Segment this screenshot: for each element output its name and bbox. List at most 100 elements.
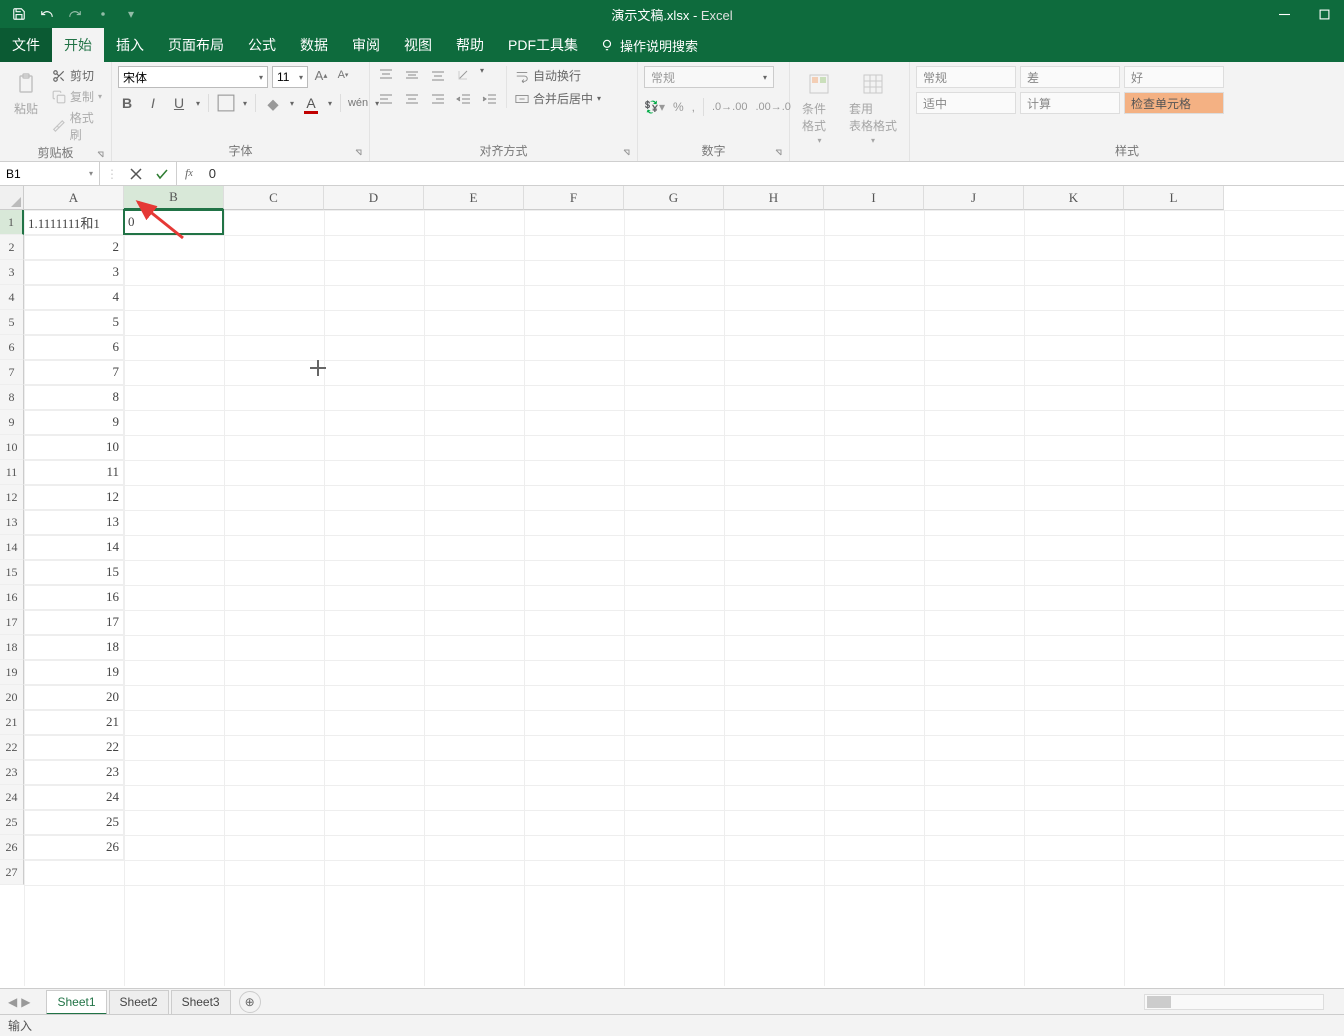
cell-A14[interactable]: 14 <box>24 535 124 560</box>
cell-A16[interactable]: 16 <box>24 585 124 610</box>
row-header-5[interactable]: 5 <box>0 310 24 335</box>
row-header-15[interactable]: 15 <box>0 560 24 585</box>
underline-button[interactable]: U <box>170 95 188 111</box>
increase-indent-icon[interactable] <box>480 90 500 108</box>
column-header-H[interactable]: H <box>724 186 824 210</box>
clipboard-dialog-launcher[interactable] <box>95 149 107 161</box>
row-header-22[interactable]: 22 <box>0 735 24 760</box>
undo-icon[interactable] <box>38 5 56 23</box>
cell-A25[interactable]: 25 <box>24 810 124 835</box>
cut-button[interactable]: 剪切 <box>52 66 105 85</box>
column-header-F[interactable]: F <box>524 186 624 210</box>
percent-format-icon[interactable]: % <box>673 100 684 114</box>
tab-file[interactable]: 文件 <box>0 28 52 62</box>
cell-A6[interactable]: 6 <box>24 335 124 360</box>
cell-A19[interactable]: 19 <box>24 660 124 685</box>
align-top-icon[interactable] <box>376 66 396 84</box>
style-good[interactable]: 好 <box>1124 66 1224 88</box>
maximize-button[interactable] <box>1304 0 1344 28</box>
align-bottom-icon[interactable] <box>428 66 448 84</box>
column-header-L[interactable]: L <box>1124 186 1224 210</box>
row-header-10[interactable]: 10 <box>0 435 24 460</box>
row-header-21[interactable]: 21 <box>0 710 24 735</box>
tab-home[interactable]: 开始 <box>52 28 104 62</box>
row-header-26[interactable]: 26 <box>0 835 24 860</box>
redo-icon[interactable] <box>66 5 84 23</box>
cell-A20[interactable]: 20 <box>24 685 124 710</box>
cell-A1[interactable]: 1.1111111和1 <box>24 210 124 235</box>
name-box[interactable]: B1▾ <box>0 162 100 185</box>
cell-A12[interactable]: 12 <box>24 485 124 510</box>
font-dialog-launcher[interactable] <box>353 147 365 159</box>
increase-decimal-icon[interactable]: .0→.00 <box>712 101 747 113</box>
sheet-tab-sheet3[interactable]: Sheet3 <box>171 990 231 1015</box>
number-dialog-launcher[interactable] <box>773 147 785 159</box>
cell-A7[interactable]: 7 <box>24 360 124 385</box>
comma-format-icon[interactable]: , <box>692 100 695 114</box>
fx-icon[interactable]: fx <box>177 162 201 185</box>
column-header-E[interactable]: E <box>424 186 524 210</box>
column-header-A[interactable]: A <box>24 186 124 210</box>
accept-formula-button[interactable] <box>154 166 170 182</box>
decrease-indent-icon[interactable] <box>454 90 474 108</box>
orientation-icon[interactable] <box>454 66 474 84</box>
row-header-8[interactable]: 8 <box>0 385 24 410</box>
border-button[interactable] <box>217 94 235 112</box>
tab-data[interactable]: 数据 <box>288 28 340 62</box>
row-header-19[interactable]: 19 <box>0 660 24 685</box>
cell-A8[interactable]: 8 <box>24 385 124 410</box>
row-header-14[interactable]: 14 <box>0 535 24 560</box>
number-format-select[interactable]: 常规▾ <box>644 66 774 88</box>
formula-input[interactable]: 0 <box>201 162 1344 185</box>
spreadsheet-grid[interactable]: ABCDEFGHIJKL 123456789101112131415161718… <box>0 186 1344 986</box>
column-header-B[interactable]: B <box>124 186 224 210</box>
cell-A9[interactable]: 9 <box>24 410 124 435</box>
cell-A11[interactable]: 11 <box>24 460 124 485</box>
format-as-table-button[interactable]: 套用 表格格式▾ <box>843 66 903 149</box>
cell-A21[interactable]: 21 <box>24 710 124 735</box>
cell-B1[interactable]: 0 <box>124 210 224 235</box>
tell-me-search[interactable]: 操作说明搜索 <box>590 28 708 62</box>
font-size-select[interactable]: 11▾ <box>272 66 308 88</box>
row-header-13[interactable]: 13 <box>0 510 24 535</box>
row-header-2[interactable]: 2 <box>0 235 24 260</box>
cancel-formula-button[interactable] <box>128 166 144 182</box>
cell-A24[interactable]: 24 <box>24 785 124 810</box>
row-header-17[interactable]: 17 <box>0 610 24 635</box>
cell-A26[interactable]: 26 <box>24 835 124 860</box>
row-header-23[interactable]: 23 <box>0 760 24 785</box>
row-header-20[interactable]: 20 <box>0 685 24 710</box>
column-header-K[interactable]: K <box>1024 186 1124 210</box>
qat-dropdown-icon[interactable]: ▾ <box>122 5 140 23</box>
style-calc[interactable]: 计算 <box>1020 92 1120 114</box>
format-painter-button[interactable]: 格式刷 <box>52 108 105 144</box>
minimize-button[interactable] <box>1264 0 1304 28</box>
row-header-12[interactable]: 12 <box>0 485 24 510</box>
column-header-C[interactable]: C <box>224 186 324 210</box>
bold-button[interactable]: B <box>118 95 136 111</box>
tab-pdf-tools[interactable]: PDF工具集 <box>496 28 590 62</box>
cell-A17[interactable]: 17 <box>24 610 124 635</box>
tab-view[interactable]: 视图 <box>392 28 444 62</box>
fill-color-button[interactable] <box>264 94 282 112</box>
increase-font-icon[interactable]: A▴ <box>312 66 330 84</box>
row-header-24[interactable]: 24 <box>0 785 24 810</box>
sheet-tab-sheet1[interactable]: Sheet1 <box>46 990 106 1015</box>
cell-A2[interactable]: 2 <box>24 235 124 260</box>
align-left-icon[interactable] <box>376 90 396 108</box>
horizontal-scrollbar[interactable] <box>1144 994 1324 1010</box>
add-sheet-button[interactable]: ⊕ <box>239 991 261 1013</box>
cell-A10[interactable]: 10 <box>24 435 124 460</box>
decrease-decimal-icon[interactable]: .00→.0 <box>755 101 790 113</box>
row-header-3[interactable]: 3 <box>0 260 24 285</box>
column-header-D[interactable]: D <box>324 186 424 210</box>
tab-help[interactable]: 帮助 <box>444 28 496 62</box>
style-normal[interactable]: 常规 <box>916 66 1016 88</box>
tab-review[interactable]: 审阅 <box>340 28 392 62</box>
row-header-4[interactable]: 4 <box>0 285 24 310</box>
tab-insert[interactable]: 插入 <box>104 28 156 62</box>
accounting-format-icon[interactable]: 💱▾ <box>644 100 665 114</box>
align-center-icon[interactable] <box>402 90 422 108</box>
touch-icon[interactable] <box>94 5 112 23</box>
italic-button[interactable]: I <box>144 95 162 111</box>
